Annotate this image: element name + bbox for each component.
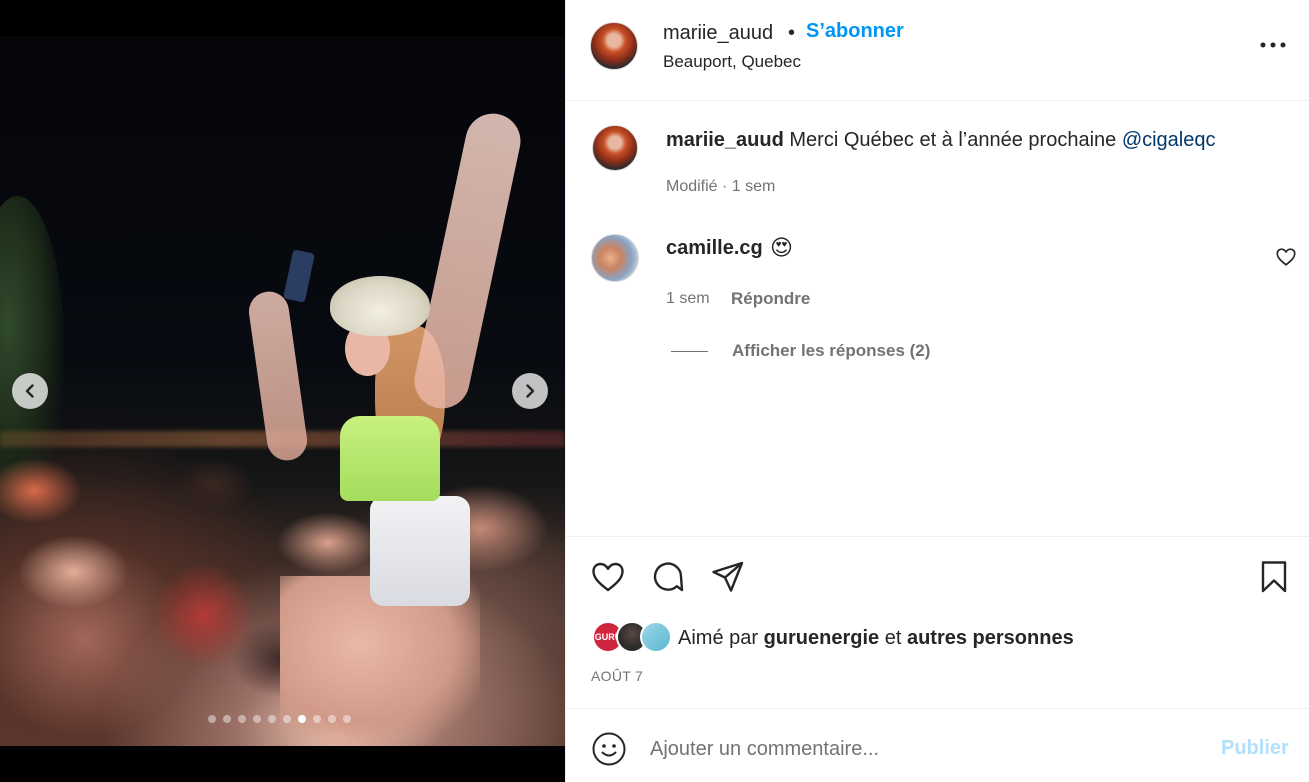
comment-reply-button[interactable]: Répondre (731, 289, 810, 309)
like-heart-icon[interactable] (590, 559, 626, 595)
comment-input[interactable] (650, 733, 1190, 765)
comment-text: 😍 (770, 235, 793, 260)
view-replies-button[interactable]: Afficher les réponses (2) (732, 341, 930, 361)
carousel-dot (253, 715, 261, 723)
liked-by-prefix: Aimé par (678, 627, 764, 649)
liked-by-first-user[interactable]: guruenergie (764, 627, 880, 649)
carousel-dot (238, 715, 246, 723)
caption-username[interactable]: mariie_auud (666, 129, 784, 151)
carousel-prev-button[interactable] (12, 373, 48, 409)
publish-comment-button[interactable]: Publier (1221, 737, 1289, 760)
carousel-dot (223, 715, 231, 723)
share-paper-plane-icon[interactable] (710, 559, 746, 595)
header-separator: • (788, 22, 796, 44)
liked-by-conjunction: et (879, 627, 907, 649)
post-location[interactable]: Beauport, Quebec (663, 52, 801, 72)
comment-bubble-icon[interactable] (650, 559, 686, 595)
liker-avatar[interactable] (640, 621, 672, 653)
comment-username[interactable]: camille.cg (666, 237, 763, 260)
carousel-indicator (208, 715, 351, 723)
carousel-dot (268, 715, 276, 723)
caption-meta: Modifié · 1 sem (666, 178, 776, 195)
caption-body: Merci Québec et à l’année prochaine (789, 129, 1122, 151)
photo-phone (283, 249, 315, 303)
carousel-next-button[interactable] (512, 373, 548, 409)
liked-by-text: Aimé par guruenergie et autres personnes (678, 627, 1074, 650)
carousel-dot (328, 715, 336, 723)
photo-hat (330, 276, 430, 336)
photo-raised-arm (409, 108, 526, 414)
post-media (0, 0, 565, 782)
author-username[interactable]: mariie_auud (663, 22, 773, 45)
follow-button[interactable]: S’abonner (806, 20, 904, 43)
post-photo[interactable] (0, 36, 565, 746)
emoji-icon[interactable] (591, 731, 627, 767)
save-bookmark-icon[interactable] (1256, 559, 1292, 595)
author-avatar[interactable] (590, 22, 638, 70)
post-date[interactable]: AOÛT 7 (591, 668, 643, 684)
carousel-dot (208, 715, 216, 723)
more-options-button[interactable] (1258, 30, 1288, 60)
post-header: mariie_auud • S’abonner Beauport, Quebec (566, 0, 1309, 101)
comment-avatar[interactable] (591, 234, 639, 282)
chevron-left-icon (25, 384, 34, 398)
caption-avatar[interactable] (592, 125, 638, 171)
comments-section: mariie_auud Merci Québec et à l’année pr… (566, 101, 1309, 536)
comment-time: 1 sem (666, 290, 710, 307)
carousel-dot (313, 715, 321, 723)
carousel-dot (343, 715, 351, 723)
post-actions: GURU Aimé par guruenergie et autres pers… (566, 536, 1309, 708)
photo-shorts (370, 496, 470, 606)
replies-divider (671, 351, 708, 352)
likers-avatars[interactable]: GURU (592, 621, 672, 653)
chevron-right-icon (526, 384, 535, 398)
carousel-dot (283, 715, 291, 723)
carousel-dot (298, 715, 306, 723)
add-comment-bar: Publier (566, 708, 1309, 782)
more-icon (1260, 42, 1286, 48)
post-details-panel: mariie_auud • S’abonner Beauport, Quebec… (565, 0, 1309, 782)
photo-top (340, 416, 440, 501)
caption: mariie_auud Merci Québec et à l’année pr… (666, 129, 1216, 152)
comment-like-heart-icon[interactable] (1275, 246, 1297, 268)
caption-mention[interactable]: @cigaleqc (1122, 129, 1216, 151)
liked-by-others-link[interactable]: autres personnes (907, 627, 1074, 649)
